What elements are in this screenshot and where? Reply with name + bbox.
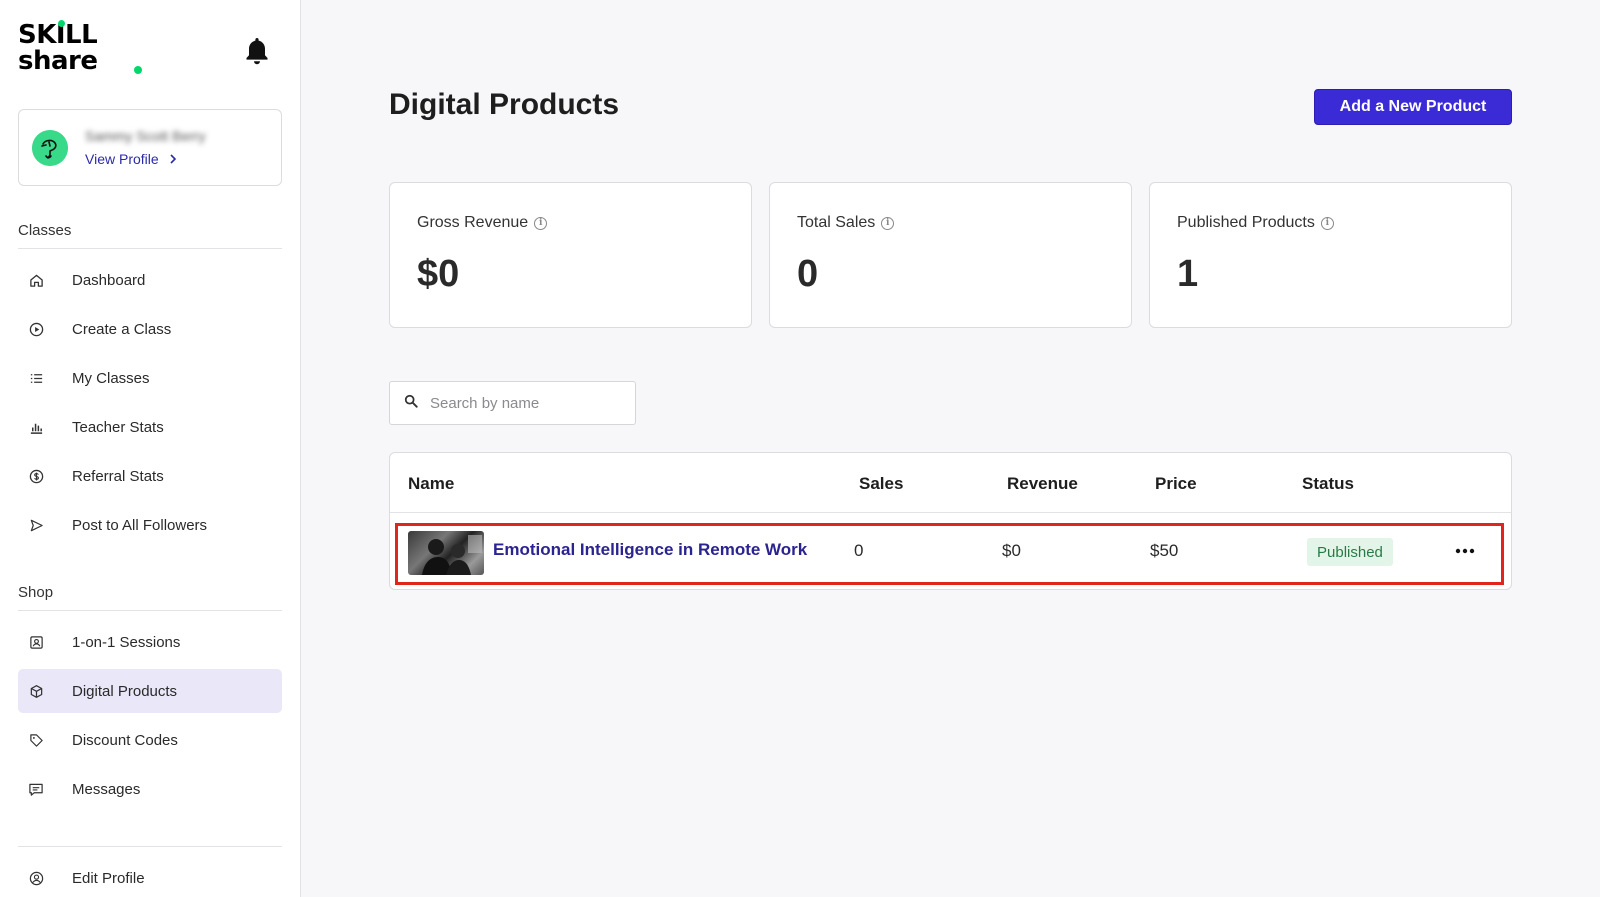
stat-label: Gross Revenue i bbox=[417, 214, 548, 232]
sidebar-item-my-classes[interactable]: My Classes bbox=[18, 356, 282, 400]
bar-chart-icon bbox=[28, 419, 44, 435]
divider bbox=[18, 248, 282, 249]
box-icon bbox=[28, 683, 44, 699]
logo-dot bbox=[58, 20, 65, 27]
status-badge: Published bbox=[1307, 538, 1393, 566]
sidebar: SKILL share Sammy Scott Berry View Profi… bbox=[0, 0, 301, 897]
profile-card[interactable]: Sammy Scott Berry View Profile bbox=[18, 109, 282, 186]
dollar-circle-icon bbox=[28, 468, 44, 484]
sidebar-item-post-to-all-followers[interactable]: Post to All Followers bbox=[18, 503, 282, 547]
sidebar-item-label: Referral Stats bbox=[72, 467, 164, 485]
chevron-right-icon bbox=[170, 154, 176, 164]
product-name-link[interactable]: Emotional Intelligence in Remote Work bbox=[493, 540, 807, 560]
add-new-product-button[interactable]: Add a New Product bbox=[1314, 89, 1512, 125]
info-icon[interactable]: i bbox=[881, 216, 895, 230]
stat-label-text: Gross Revenue bbox=[417, 214, 529, 231]
sidebar-item-create-a-class[interactable]: Create a Class bbox=[18, 307, 282, 351]
divider bbox=[18, 846, 282, 847]
column-header-price[interactable]: Price bbox=[1155, 474, 1197, 494]
stat-label: Total Sales i bbox=[797, 214, 895, 232]
sidebar-item-dashboard[interactable]: Dashboard bbox=[18, 258, 282, 302]
send-icon bbox=[28, 517, 44, 533]
stat-value: $0 bbox=[417, 253, 460, 295]
sidebar-item-edit-profile[interactable]: Edit Profile bbox=[18, 856, 282, 897]
home-icon bbox=[28, 272, 44, 288]
sidebar-item-label: Edit Profile bbox=[72, 869, 145, 887]
view-profile-link[interactable]: View Profile bbox=[85, 151, 177, 167]
divider bbox=[390, 512, 1511, 513]
column-header-status[interactable]: Status bbox=[1302, 474, 1354, 494]
sidebar-item-1-on-1-sessions[interactable]: 1-on-1 Sessions bbox=[18, 620, 282, 664]
person-card-icon bbox=[28, 634, 44, 650]
message-icon bbox=[28, 781, 44, 797]
skillshare-logo[interactable]: SKILL share bbox=[18, 20, 142, 78]
tag-icon bbox=[28, 732, 44, 748]
sidebar-item-digital-products[interactable]: Digital Products bbox=[18, 669, 282, 713]
sidebar-item-label: Post to All Followers bbox=[72, 516, 208, 534]
cell-revenue: $0 bbox=[1002, 541, 1021, 560]
cell-price: $50 bbox=[1150, 541, 1179, 560]
avatar[interactable] bbox=[32, 130, 68, 166]
logo-line-1: SKILL bbox=[18, 20, 98, 50]
sidebar-item-label: Teacher Stats bbox=[72, 418, 164, 436]
play-circle-icon bbox=[28, 321, 44, 337]
bell-icon[interactable] bbox=[244, 36, 270, 66]
logo-line-2: share bbox=[18, 46, 98, 76]
stat-label: Published Products i bbox=[1177, 214, 1334, 232]
stat-label-text: Total Sales bbox=[797, 214, 876, 231]
sidebar-item-label: Messages bbox=[72, 780, 141, 798]
sidebar-item-referral-stats[interactable]: Referral Stats bbox=[18, 454, 282, 498]
sidebar-item-label: Digital Products bbox=[72, 682, 178, 700]
cell-sales: 0 bbox=[854, 541, 864, 560]
stat-card-total-sales: Total Sales i 0 bbox=[769, 182, 1132, 328]
column-header-revenue[interactable]: Revenue bbox=[1007, 474, 1078, 494]
sidebar-item-label: My Classes bbox=[72, 369, 150, 387]
info-icon[interactable]: i bbox=[534, 216, 548, 230]
info-icon[interactable]: i bbox=[1320, 216, 1334, 230]
stat-value: 0 bbox=[797, 253, 819, 295]
sidebar-item-label: Create a Class bbox=[72, 320, 172, 338]
view-profile-label: View Profile bbox=[85, 151, 159, 167]
search-box[interactable] bbox=[389, 381, 636, 425]
sidebar-item-label: 1-on-1 Sessions bbox=[72, 633, 181, 651]
list-icon bbox=[28, 370, 44, 386]
stat-card-published-products: Published Products i 1 bbox=[1149, 182, 1512, 328]
section-label-shop: Shop bbox=[18, 584, 54, 601]
more-options-icon[interactable] bbox=[1450, 536, 1480, 566]
section-label-classes: Classes bbox=[18, 222, 72, 239]
page-title: Digital Products bbox=[389, 88, 620, 121]
sidebar-item-messages[interactable]: Messages bbox=[18, 767, 282, 811]
user-circle-icon bbox=[28, 870, 44, 886]
profile-name: Sammy Scott Berry bbox=[85, 128, 206, 144]
divider bbox=[18, 610, 282, 611]
table-row[interactable]: Emotional Intelligence in Remote Work 0 … bbox=[395, 523, 1504, 585]
sidebar-item-label: Dashboard bbox=[72, 271, 146, 289]
search-icon bbox=[404, 394, 418, 413]
sidebar-item-teacher-stats[interactable]: Teacher Stats bbox=[18, 405, 282, 449]
logo-dot bbox=[134, 66, 142, 74]
sidebar-item-discount-codes[interactable]: Discount Codes bbox=[18, 718, 282, 762]
column-header-sales[interactable]: Sales bbox=[859, 474, 903, 494]
stat-card-gross-revenue: Gross Revenue i $0 bbox=[389, 182, 752, 328]
product-thumbnail[interactable] bbox=[408, 531, 484, 575]
stat-label-text: Published Products bbox=[1177, 214, 1315, 231]
column-header-name[interactable]: Name bbox=[408, 474, 454, 494]
products-table: Name Sales Revenue Price Status Emotiona… bbox=[389, 452, 1512, 590]
sidebar-item-label: Discount Codes bbox=[72, 731, 178, 749]
stat-value: 1 bbox=[1177, 253, 1199, 295]
search-input[interactable] bbox=[430, 394, 620, 412]
